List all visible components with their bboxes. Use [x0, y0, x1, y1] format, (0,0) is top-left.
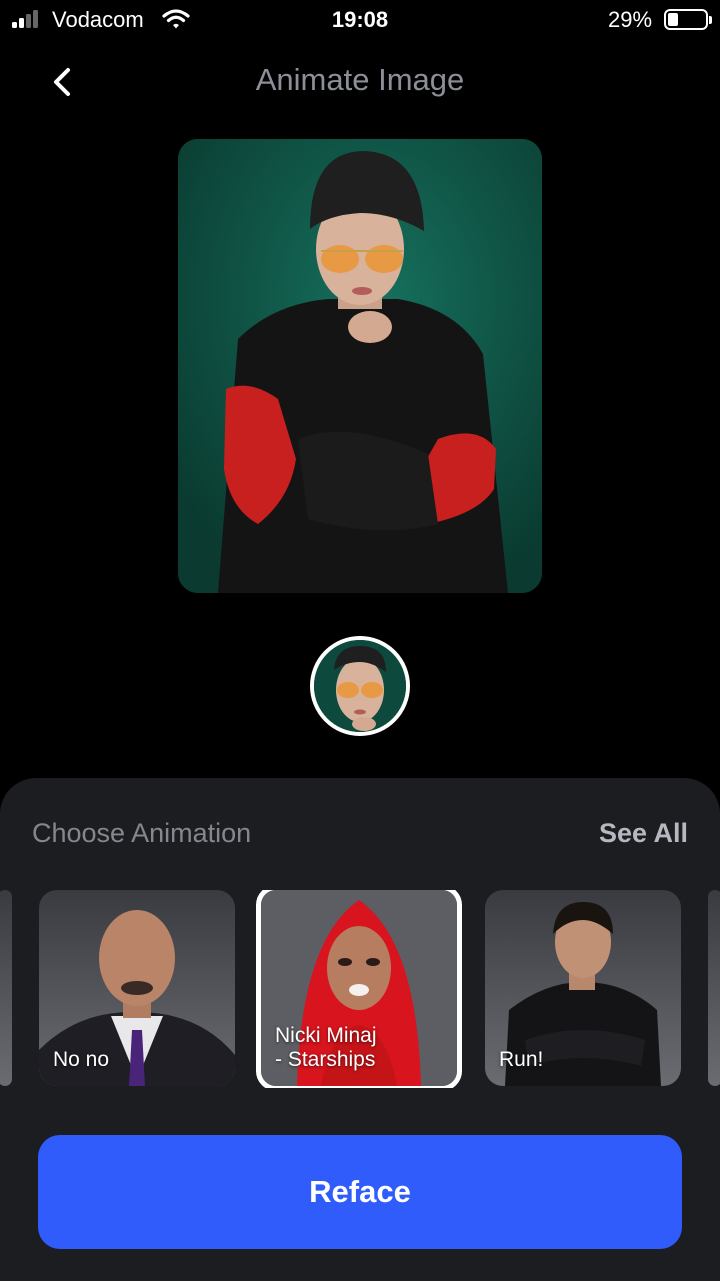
page-title: Animate Image: [255, 62, 465, 97]
animation-carousel[interactable]: No no Nicki Minaj - Starships Run!: [0, 890, 720, 1088]
animation-card-nicki-minaj-starships[interactable]: Nicki Minaj - Starships: [256, 890, 462, 1088]
animation-card-run[interactable]: Run!: [485, 890, 681, 1086]
animation-panel: Choose Animation See All No no Nicki Min…: [0, 778, 720, 1281]
animation-label: Run!: [499, 1048, 544, 1071]
app-screen: Vodacom 19:08 29% Animate Image Choose A…: [0, 0, 720, 1281]
section-title: Choose Animation: [32, 818, 252, 848]
battery-level-fill: [668, 13, 678, 26]
battery-icon: [664, 9, 712, 30]
reface-button[interactable]: Reface: [38, 1135, 682, 1249]
portrait-photo: [178, 139, 542, 593]
status-bar: Vodacom 19:08 29%: [0, 0, 720, 40]
animation-label: Nicki Minaj - Starships: [275, 1024, 377, 1071]
animation-card-partial-right[interactable]: [708, 890, 720, 1086]
animation-label: No no: [53, 1048, 110, 1071]
animation-card-no-no[interactable]: No no: [39, 890, 235, 1086]
face-avatar[interactable]: [310, 636, 410, 736]
animation-card-partial-left[interactable]: [0, 890, 12, 1086]
battery-percent: 29%: [608, 7, 653, 32]
see-all-button[interactable]: See All: [599, 818, 688, 849]
